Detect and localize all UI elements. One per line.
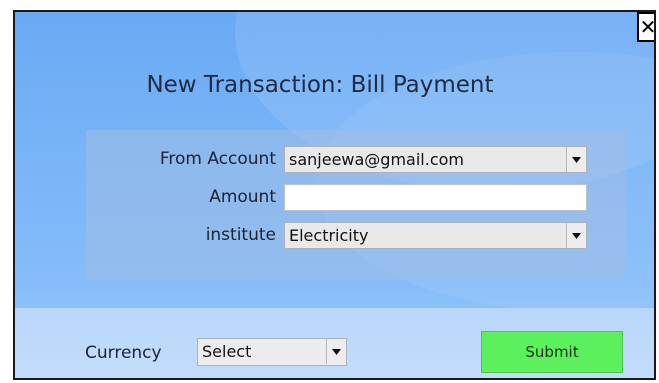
institute-row: institute Electricity: [86, 222, 625, 250]
currency-label: Currency: [85, 343, 162, 363]
institute-select[interactable]: Electricity: [284, 222, 587, 249]
amount-input[interactable]: [284, 184, 587, 211]
chevron-down-icon: [332, 348, 341, 355]
currency-select[interactable]: Select: [197, 338, 347, 366]
dialog-title: New Transaction: Bill Payment: [146, 72, 494, 98]
amount-label: Amount: [209, 187, 276, 207]
chevron-down-icon: [572, 156, 581, 163]
dropdown-arrow-button[interactable]: [326, 339, 346, 364]
chevron-down-icon: [572, 232, 581, 239]
close-icon: ✕: [639, 15, 656, 39]
from-account-row: From Account sanjeewa@gmail.com: [86, 146, 625, 174]
from-account-value: sanjeewa@gmail.com: [289, 150, 464, 169]
institute-value: Electricity: [289, 226, 369, 245]
from-account-select[interactable]: sanjeewa@gmail.com: [284, 146, 587, 173]
bill-payment-dialog: ✕ New Transaction: Bill Payment From Acc…: [13, 10, 656, 380]
amount-row: Amount: [86, 184, 625, 212]
currency-value: Select: [202, 342, 252, 361]
dropdown-arrow-button[interactable]: [566, 223, 586, 248]
transaction-form: From Account sanjeewa@gmail.com Amount i…: [86, 130, 625, 280]
institute-label: institute: [205, 225, 276, 245]
dropdown-arrow-button[interactable]: [566, 147, 586, 172]
close-button[interactable]: ✕: [637, 12, 656, 42]
submit-button[interactable]: Submit: [481, 331, 623, 373]
from-account-label: From Account: [159, 149, 276, 169]
